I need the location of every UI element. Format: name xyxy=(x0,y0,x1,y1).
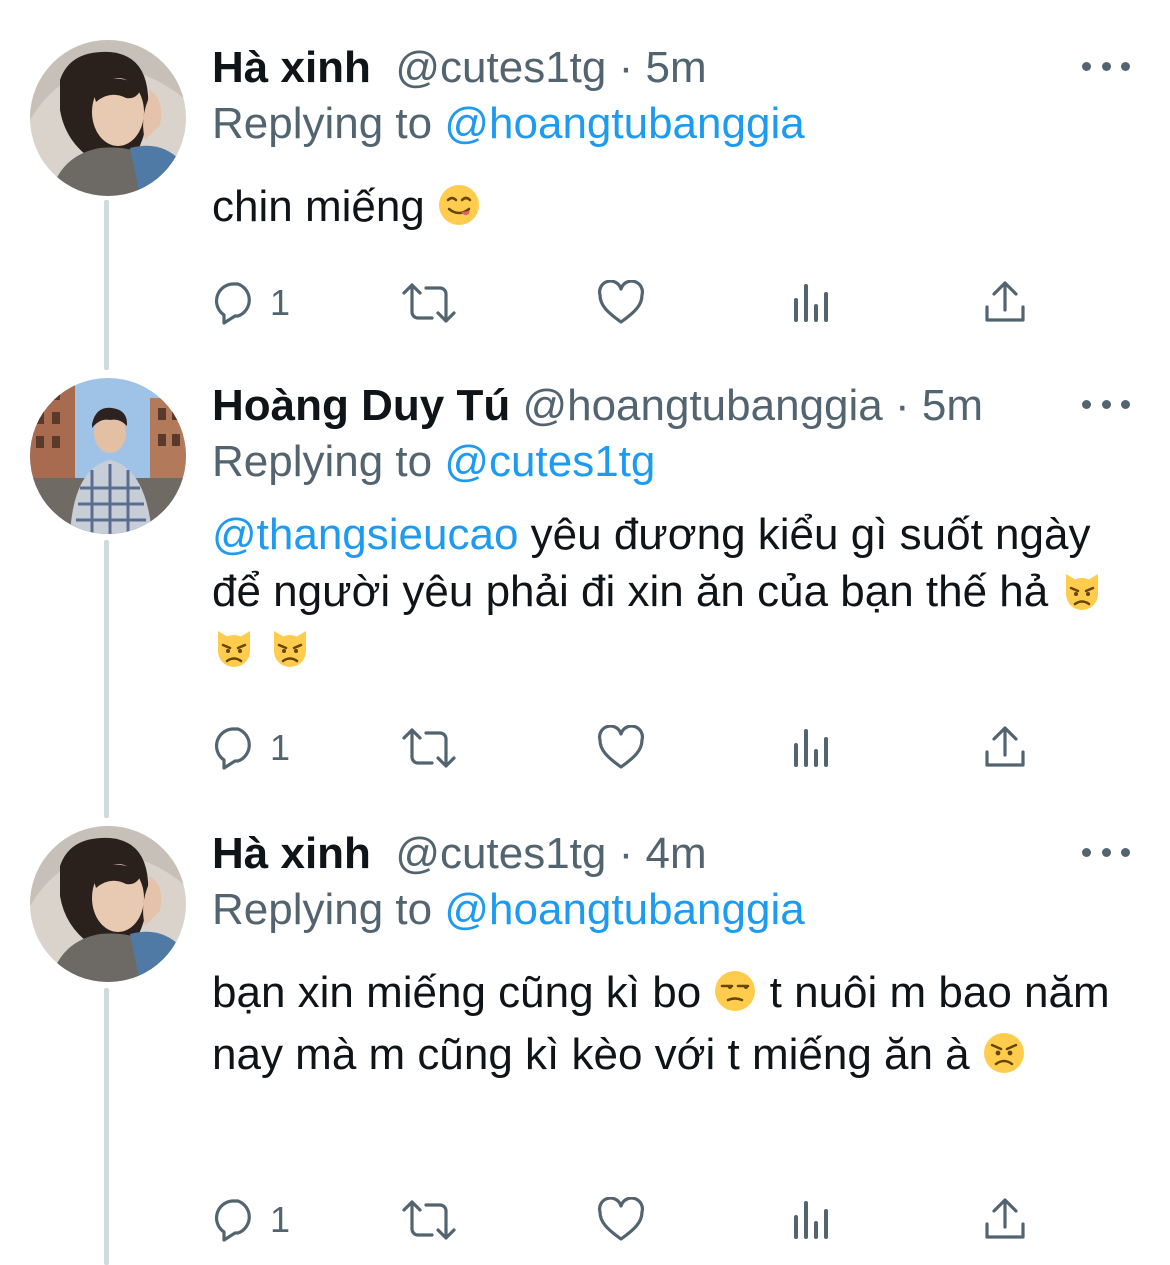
timestamp[interactable]: 5m xyxy=(922,381,983,430)
retweet-icon xyxy=(402,1200,456,1240)
retweet-button[interactable] xyxy=(400,720,458,776)
replying-to-mention[interactable]: @hoangtubanggia xyxy=(444,99,804,148)
like-button[interactable] xyxy=(597,275,645,331)
replying-to-line: Replying to @hoangtubanggia xyxy=(212,882,805,938)
display-name[interactable]: Hoàng Duy Tú xyxy=(212,381,510,430)
tweet-header: Hà xinh @cutes1tg · 4m xyxy=(212,826,707,882)
display-name[interactable]: Hà xinh xyxy=(212,829,371,878)
handle[interactable]: @cutes1tg xyxy=(395,829,606,878)
share-button[interactable] xyxy=(982,275,1028,331)
reply-count: 1 xyxy=(270,282,291,323)
replying-to-label: Replying to xyxy=(212,885,433,934)
tweet[interactable]: Hà xinh @cutes1tg · 4m Replying to @hoan… xyxy=(0,826,1170,1256)
like-icon xyxy=(597,1197,645,1241)
replying-to-label: Replying to xyxy=(212,99,433,148)
more-options-icon[interactable] xyxy=(1082,384,1130,424)
retweet-icon xyxy=(402,728,456,768)
replying-to-label: Replying to xyxy=(212,437,433,486)
replying-to-mention[interactable]: @hoangtubanggia xyxy=(444,885,804,934)
reply-icon xyxy=(214,727,251,770)
tweet-text: bạn xin miếng cũng kì bo t nuôi m bao nă… xyxy=(212,962,1112,1086)
pouting-cat-emoji xyxy=(1066,574,1099,610)
avatar[interactable] xyxy=(30,378,186,534)
retweet-icon xyxy=(402,283,456,323)
tweet-text: chin miếng xyxy=(212,178,1132,235)
timestamp[interactable]: 5m xyxy=(646,43,707,92)
share-button[interactable] xyxy=(982,720,1028,776)
share-icon xyxy=(985,1198,1025,1239)
reply-count: 1 xyxy=(270,727,291,768)
avatar[interactable] xyxy=(30,826,186,982)
yum-emoji xyxy=(439,185,480,225)
tweet-text: @thangsieucao yêu đương kiểu gì suốt ngà… xyxy=(212,506,1112,677)
reply-button[interactable]: 1 xyxy=(212,1192,290,1248)
unamused-emoji xyxy=(715,971,756,1011)
display-name[interactable]: Hà xinh xyxy=(212,43,371,92)
tweet-header: Hà xinh @cutes1tg · 5m xyxy=(212,40,707,96)
reply-button[interactable]: 1 xyxy=(212,720,290,776)
handle[interactable]: @hoangtubanggia xyxy=(522,381,882,430)
like-button[interactable] xyxy=(597,720,645,776)
timestamp[interactable]: 4m xyxy=(646,829,707,878)
avatar[interactable] xyxy=(30,40,186,196)
angry-emoji xyxy=(983,1033,1024,1073)
more-options-icon[interactable] xyxy=(1082,832,1130,872)
reply-icon xyxy=(214,1199,251,1242)
more-options-icon[interactable] xyxy=(1082,46,1130,86)
separator: · xyxy=(895,381,910,430)
like-icon xyxy=(597,725,645,769)
analytics-button[interactable] xyxy=(792,275,834,331)
share-button[interactable] xyxy=(982,1192,1028,1248)
analytics-icon xyxy=(794,729,828,767)
analytics-icon xyxy=(794,284,828,322)
analytics-button[interactable] xyxy=(792,720,834,776)
tweet-actions: 1 xyxy=(212,275,1042,331)
pouting-cat-emoji xyxy=(274,631,307,667)
replying-to-mention[interactable]: @cutes1tg xyxy=(444,437,655,486)
share-icon xyxy=(985,726,1025,767)
separator: · xyxy=(618,829,634,878)
analytics-icon xyxy=(794,1201,828,1239)
reply-button[interactable]: 1 xyxy=(212,275,290,331)
retweet-button[interactable] xyxy=(400,1192,458,1248)
tweet-text-content: bạn xin miếng cũng kì bo xyxy=(212,968,702,1017)
retweet-button[interactable] xyxy=(400,275,458,331)
mention-link[interactable]: @thangsieucao xyxy=(212,510,518,559)
like-icon xyxy=(597,280,645,324)
tweet-text-content: chin miếng xyxy=(212,182,425,231)
like-button[interactable] xyxy=(597,1192,645,1248)
analytics-button[interactable] xyxy=(792,1192,834,1248)
handle[interactable]: @cutes1tg xyxy=(395,43,606,92)
tweet[interactable]: Hoàng Duy Tú @hoangtubanggia · 5m Replyi… xyxy=(0,378,1170,788)
replying-to-line: Replying to @cutes1tg xyxy=(212,434,655,490)
pouting-cat-emoji xyxy=(218,631,250,667)
tweet-header: Hoàng Duy Tú @hoangtubanggia · 5m xyxy=(212,378,983,434)
tweet-actions: 1 xyxy=(212,720,1042,776)
separator: · xyxy=(618,43,634,92)
reply-count: 1 xyxy=(270,1199,291,1240)
tweet[interactable]: Hà xinh @cutes1tg · 5m Replying to @hoan… xyxy=(0,40,1170,340)
replying-to-line: Replying to @hoangtubanggia xyxy=(212,96,805,152)
reply-icon xyxy=(214,282,251,325)
tweet-actions: 1 xyxy=(212,1192,1042,1248)
share-icon xyxy=(985,281,1025,322)
